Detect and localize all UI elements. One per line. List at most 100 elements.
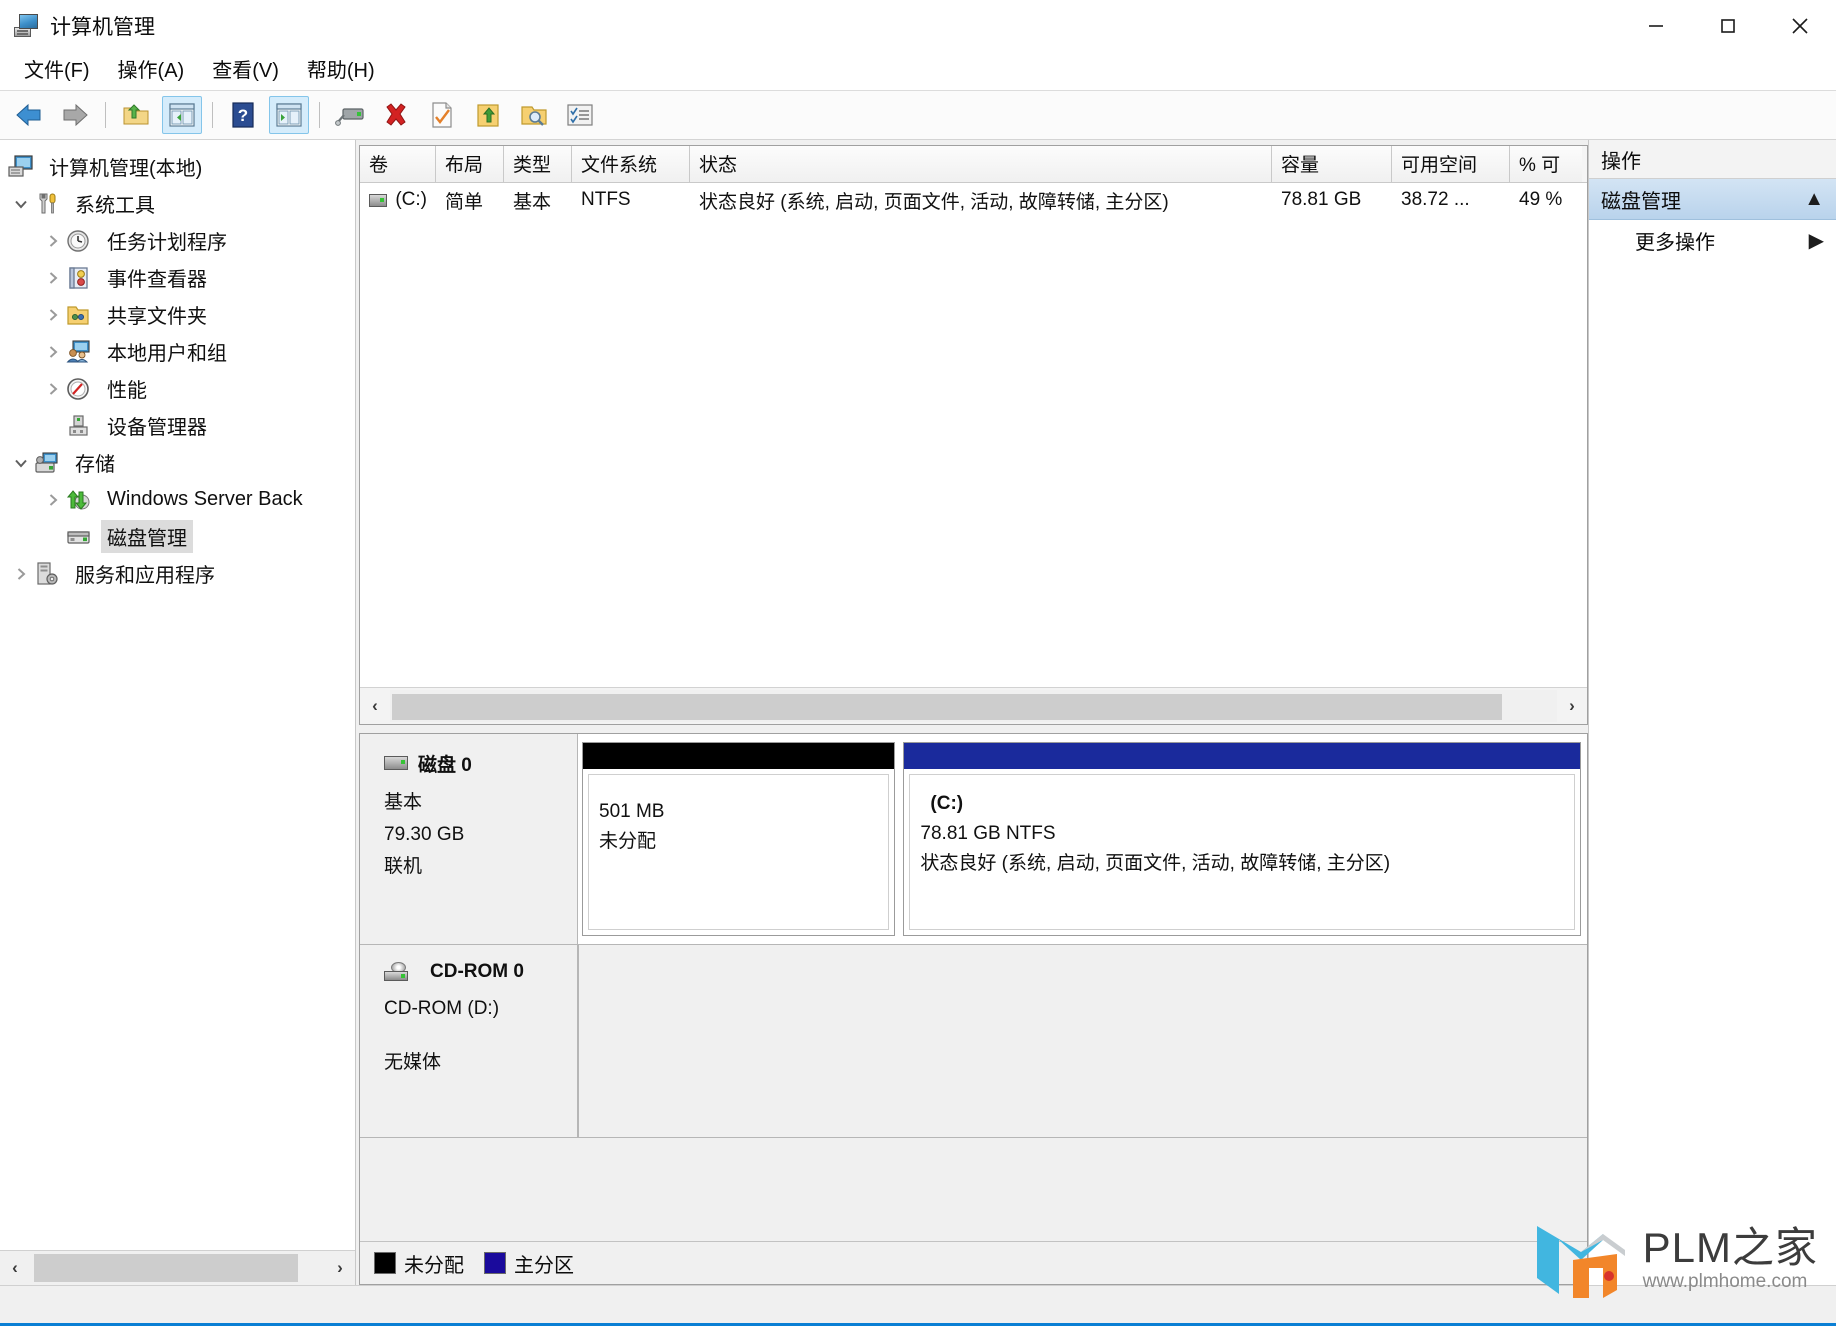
partition-unallocated[interactable]: 501 MB 未分配	[582, 742, 896, 936]
tree-item-services-and-applications[interactable]: 服务和应用程序	[0, 555, 355, 592]
chevron-right-icon[interactable]	[8, 564, 34, 584]
device-manager-icon	[66, 414, 92, 438]
tree-item-shared-folders[interactable]: 共享文件夹	[0, 296, 355, 333]
help-icon[interactable]: ?	[223, 96, 263, 134]
tree-item-device-manager[interactable]: 设备管理器	[0, 407, 355, 444]
scroll-track[interactable]	[30, 1252, 325, 1284]
chevron-right-icon[interactable]	[40, 490, 66, 510]
up-folder-icon[interactable]	[116, 96, 156, 134]
cell-volume: (C:)	[360, 189, 436, 211]
action-item-label: 更多操作	[1635, 231, 1715, 254]
chevron-down-icon[interactable]	[8, 453, 34, 473]
chevron-down-icon[interactable]	[8, 194, 34, 214]
tree-item-label: Windows Server Back	[107, 488, 303, 510]
col-volume[interactable]: 卷	[360, 146, 436, 182]
menu-file[interactable]: 文件(F)	[10, 55, 104, 87]
legend-swatch-unallocated	[374, 1252, 396, 1274]
back-icon[interactable]	[9, 96, 49, 134]
chevron-right-icon[interactable]	[40, 342, 66, 362]
cdrom-0-info[interactable]: CD-ROM 0 CD-ROM (D:) 无媒体	[360, 945, 578, 1137]
minimize-button[interactable]	[1620, 0, 1692, 52]
partition-details: 501 MB 未分配	[588, 774, 890, 930]
close-button[interactable]	[1764, 0, 1836, 52]
services-icon	[34, 561, 60, 586]
maximize-button[interactable]	[1692, 0, 1764, 52]
window-title: 计算机管理	[50, 16, 155, 39]
partition-color-bar	[904, 743, 1580, 769]
col-filesystem[interactable]: 文件系统	[572, 146, 690, 182]
scroll-track[interactable]	[390, 690, 1557, 722]
tree-horizontal-scrollbar[interactable]: ‹ ›	[0, 1250, 355, 1285]
toolbar-separator	[212, 102, 213, 128]
partition-status: 状态良好 (系统, 启动, 页面文件, 活动, 故障转储, 主分区)	[920, 853, 1391, 874]
users-groups-icon	[66, 339, 92, 364]
col-type[interactable]: 类型	[504, 146, 572, 182]
volume-list-horizontal-scrollbar[interactable]: ‹ ›	[360, 687, 1587, 724]
action-more-actions[interactable]: 更多操作 ▶	[1589, 220, 1836, 260]
volume-list-panel: 卷 布局 类型 文件系统 状态 容量 可用空间 % 可 (C:) 简单 基本 N…	[359, 145, 1588, 725]
tree-item-computer-management-local[interactable]: 计算机管理(本地)	[0, 148, 355, 185]
col-layout[interactable]: 布局	[436, 146, 504, 182]
chevron-up-icon[interactable]: ▲	[1804, 188, 1824, 211]
partition-c-drive[interactable]: (C:) 78.81 GB NTFS 状态良好 (系统, 启动, 页面文件, 活…	[903, 742, 1581, 936]
legend-label-primary-partition: 主分区	[514, 1254, 574, 1277]
disk-0-info[interactable]: 磁盘 0 基本 79.30 GB 联机	[360, 734, 578, 944]
tree-item-windows-server-backup[interactable]: Windows Server Back	[0, 481, 355, 518]
show-hide-tree-icon[interactable]	[162, 96, 202, 134]
chevron-right-icon[interactable]	[40, 268, 66, 288]
menu-help[interactable]: 帮助(H)	[293, 55, 389, 87]
volume-list-header: 卷 布局 类型 文件系统 状态 容量 可用空间 % 可	[360, 146, 1587, 183]
tree-item-local-users-and-groups[interactable]: 本地用户和组	[0, 333, 355, 370]
col-percent-free[interactable]: % 可	[1510, 146, 1582, 182]
chevron-right-icon[interactable]	[40, 305, 66, 325]
table-row[interactable]: (C:) 简单 基本 NTFS 状态良好 (系统, 启动, 页面文件, 活动, …	[360, 183, 1587, 217]
tree-item-label: 性能	[107, 380, 147, 402]
col-free-space[interactable]: 可用空间	[1392, 146, 1510, 182]
disk-0-size: 79.30 GB	[384, 824, 465, 845]
tree-item-performance[interactable]: 性能	[0, 370, 355, 407]
graphical-view-panel: 磁盘 0 基本 79.30 GB 联机 501 MB 未分配 (C:) 78.8…	[359, 733, 1588, 1285]
delete-icon[interactable]	[376, 96, 416, 134]
toolbar: ?	[0, 91, 1836, 140]
partition-status: 未分配	[599, 831, 657, 852]
volume-drive-icon	[369, 193, 388, 207]
col-status[interactable]: 状态	[690, 146, 1272, 182]
tree-item-task-scheduler[interactable]: 任务计划程序	[0, 222, 355, 259]
toolbar-separator	[105, 102, 106, 128]
status-bar	[0, 1285, 1836, 1326]
actions-group-label: 磁盘管理	[1601, 190, 1681, 213]
forward-icon[interactable]	[55, 96, 95, 134]
scroll-right-icon[interactable]: ›	[1557, 690, 1587, 722]
tree-item-label: 任务计划程序	[107, 232, 227, 254]
menu-view[interactable]: 查看(V)	[198, 55, 293, 87]
scroll-left-icon[interactable]: ‹	[360, 690, 390, 722]
search-folder-icon[interactable]	[514, 96, 554, 134]
legend: 未分配 主分区	[360, 1241, 1587, 1284]
export-list-icon[interactable]	[468, 96, 508, 134]
partition-label: (C:)	[930, 793, 964, 814]
tree-item-label: 设备管理器	[107, 417, 207, 439]
console-tree: 计算机管理(本地) 系统工具 任务计划程序 事件查看器 共享文件夹 本地用户和组…	[0, 140, 355, 1250]
scroll-left-icon[interactable]: ‹	[0, 1252, 30, 1284]
scroll-right-icon[interactable]: ›	[325, 1252, 355, 1284]
tree-item-system-tools[interactable]: 系统工具	[0, 185, 355, 222]
tree-item-event-viewer[interactable]: 事件查看器	[0, 259, 355, 296]
tree-item-disk-management[interactable]: 磁盘管理	[0, 518, 355, 555]
chevron-right-icon[interactable]	[40, 379, 66, 399]
tree-item-storage[interactable]: 存储	[0, 444, 355, 481]
chevron-right-icon[interactable]: ▶	[1809, 228, 1824, 253]
actions-group-disk-management[interactable]: 磁盘管理 ▲	[1589, 179, 1836, 220]
col-capacity[interactable]: 容量	[1272, 146, 1392, 182]
view-list-icon[interactable]	[560, 96, 600, 134]
properties-icon[interactable]	[422, 96, 462, 134]
menu-action[interactable]: 操作(A)	[104, 55, 199, 87]
cell-percent-free: 49 %	[1519, 189, 1563, 210]
show-hide-action-pane-icon[interactable]	[269, 96, 309, 134]
scroll-thumb[interactable]	[392, 694, 1502, 720]
scroll-thumb[interactable]	[34, 1254, 298, 1282]
volume-list-rows: (C:) 简单 基本 NTFS 状态良好 (系统, 启动, 页面文件, 活动, …	[360, 183, 1587, 687]
refresh-disk-icon[interactable]	[330, 96, 370, 134]
chevron-right-icon[interactable]	[40, 231, 66, 251]
tree-item-label: 服务和应用程序	[75, 565, 215, 587]
graphical-view-blank-area	[360, 1138, 1587, 1241]
